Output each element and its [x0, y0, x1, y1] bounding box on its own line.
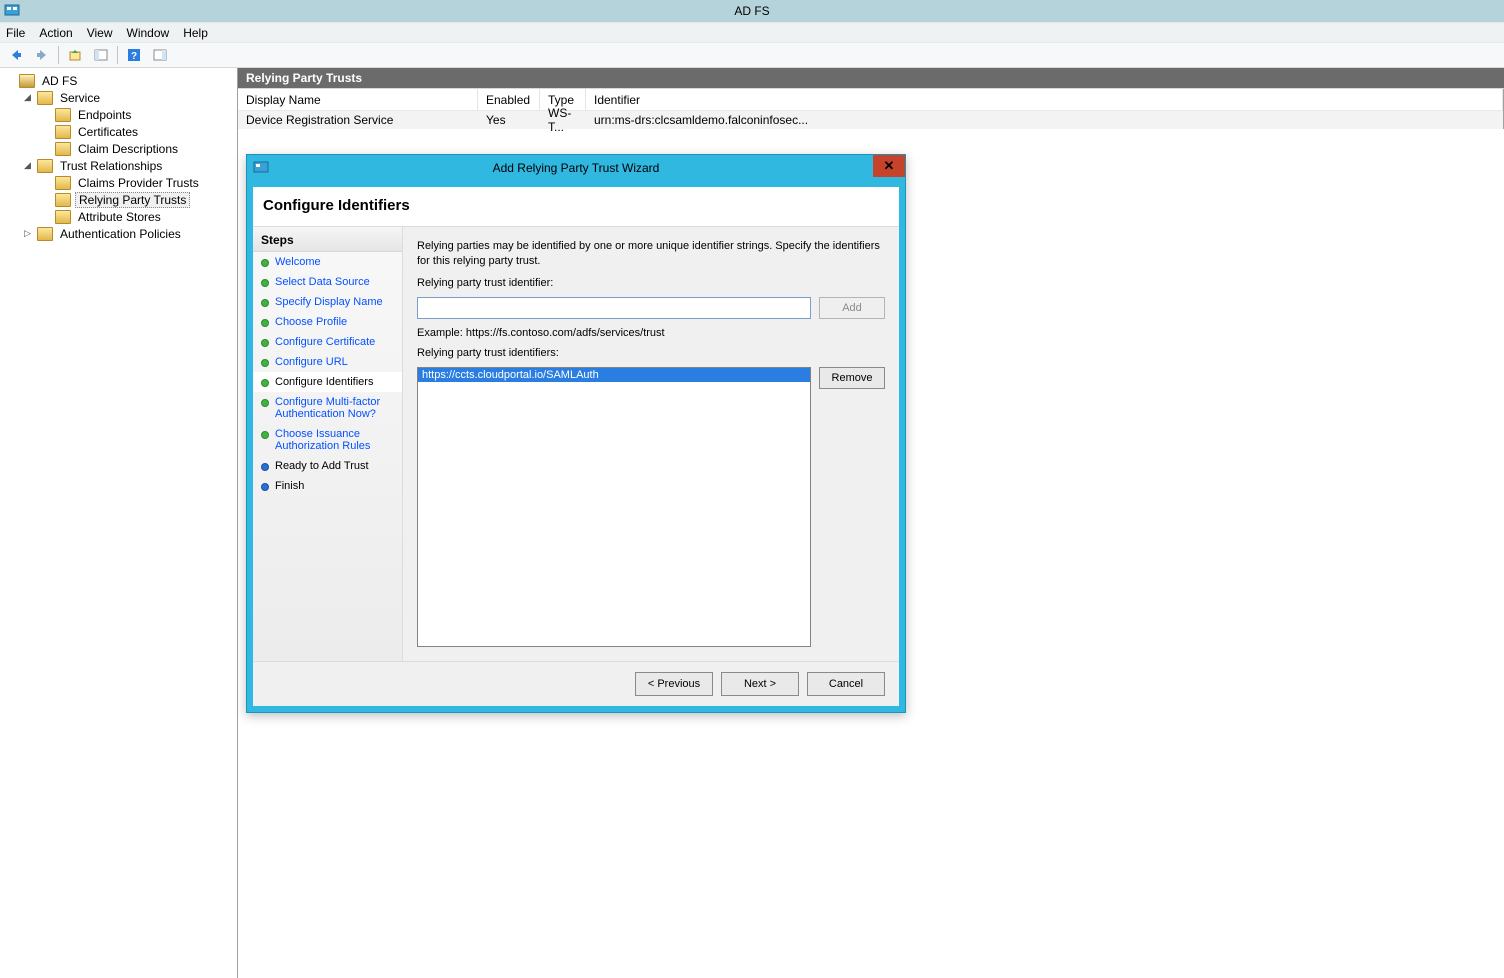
tree-service-label: Service: [57, 91, 103, 105]
identifiers-list-label: Relying party trust identifiers:: [417, 347, 885, 359]
example-text: Example: https://fs.contoso.com/adfs/ser…: [417, 327, 885, 339]
menu-window[interactable]: Window: [127, 26, 170, 40]
tree-claims-provider-trusts[interactable]: Claims Provider Trusts: [38, 174, 235, 191]
step-finish[interactable]: Finish: [253, 476, 402, 496]
svg-text:?: ?: [131, 51, 137, 62]
tree-claimsprov-label: Claims Provider Trusts: [75, 176, 202, 190]
folder-icon: [55, 108, 71, 122]
steps-title: Steps: [253, 227, 402, 252]
show-hide-tree-button[interactable]: [89, 44, 113, 66]
tree-root-adfs[interactable]: AD FS: [2, 72, 235, 89]
folder-icon: [37, 91, 53, 105]
twisty-icon[interactable]: ◢: [22, 160, 33, 171]
tree-claim-descriptions[interactable]: Claim Descriptions: [38, 140, 235, 157]
tree-root-label: AD FS: [39, 74, 80, 88]
folder-icon: [19, 74, 35, 88]
twisty-icon[interactable]: ◢: [22, 92, 33, 103]
tree-trust-relationships[interactable]: ◢ Trust Relationships: [20, 157, 235, 174]
wizard-title-text: Add Relying Party Trust Wizard: [493, 161, 660, 175]
col-enabled[interactable]: Enabled: [478, 89, 540, 110]
folder-icon: [37, 227, 53, 241]
toolbar-separator-2: [117, 46, 118, 64]
folder-icon: [55, 210, 71, 224]
identifier-input[interactable]: [417, 297, 811, 319]
step-choose-profile[interactable]: Choose Profile: [253, 312, 402, 332]
content-pane: Relying Party Trusts Display Name Enable…: [238, 68, 1504, 978]
forward-button[interactable]: [30, 44, 54, 66]
tree-claimdesc-label: Claim Descriptions: [75, 142, 181, 156]
col-display-name[interactable]: Display Name: [238, 89, 478, 110]
cell-type: WS-T...: [540, 106, 586, 134]
app-icon: [4, 2, 20, 18]
menu-action[interactable]: Action: [39, 26, 72, 40]
folder-icon: [55, 142, 71, 156]
tree-certificates-label: Certificates: [75, 125, 141, 139]
add-button[interactable]: Add: [819, 297, 885, 319]
list-row[interactable]: Device Registration Service Yes WS-T... …: [238, 111, 1503, 129]
step-select-data-source[interactable]: Select Data Source: [253, 272, 402, 292]
menu-help[interactable]: Help: [183, 26, 208, 40]
tree-endpoints[interactable]: Endpoints: [38, 106, 235, 123]
menu-bar: File Action View Window Help: [0, 22, 1504, 42]
toolbar-separator: [58, 46, 59, 64]
tree-endpoints-label: Endpoints: [75, 108, 134, 122]
cell-enabled: Yes: [478, 113, 540, 127]
col-identifier[interactable]: Identifier: [586, 89, 1503, 110]
twisty-icon[interactable]: ▷: [22, 228, 33, 239]
step-specify-display-name[interactable]: Specify Display Name: [253, 292, 402, 312]
step-choose-issuance[interactable]: Choose Issuance Authorization Rules: [253, 424, 402, 456]
menu-view[interactable]: View: [87, 26, 113, 40]
folder-icon: [55, 176, 71, 190]
cancel-button[interactable]: Cancel: [807, 672, 885, 696]
tree-relying-label: Relying Party Trusts: [75, 192, 190, 208]
wizard-steps-pane: Steps Welcome Select Data Source Specify…: [253, 227, 403, 661]
tree-certificates[interactable]: Certificates: [38, 123, 235, 140]
identifier-list-item[interactable]: https://ccts.cloudportal.io/SAMLAuth: [418, 368, 810, 382]
up-button[interactable]: [63, 44, 87, 66]
wizard-content: Relying parties may be identified by one…: [403, 227, 899, 661]
back-button[interactable]: [4, 44, 28, 66]
tree-authentication-policies[interactable]: ▷ Authentication Policies: [20, 225, 235, 242]
list-header: Display Name Enabled Type Identifier: [238, 89, 1503, 111]
step-configure-certificate[interactable]: Configure Certificate: [253, 332, 402, 352]
wizard-footer: < Previous Next > Cancel: [253, 661, 899, 706]
wizard-dialog: Add Relying Party Trust Wizard ✕ Configu…: [246, 154, 906, 713]
folder-icon: [55, 193, 71, 207]
step-configure-url[interactable]: Configure URL: [253, 352, 402, 372]
window-title: AD FS: [734, 4, 769, 18]
content-list: Display Name Enabled Type Identifier Dev…: [238, 89, 1504, 129]
tree-attribute-stores[interactable]: Attribute Stores: [38, 208, 235, 225]
tree-trustrel-label: Trust Relationships: [57, 159, 165, 173]
identifiers-listbox[interactable]: https://ccts.cloudportal.io/SAMLAuth: [417, 367, 811, 647]
wizard-close-button[interactable]: ✕: [873, 155, 905, 177]
content-header: Relying Party Trusts: [238, 68, 1504, 89]
cell-display-name: Device Registration Service: [238, 113, 478, 127]
help-button[interactable]: ?: [122, 44, 146, 66]
window-titlebar: AD FS: [0, 0, 1504, 22]
remove-button[interactable]: Remove: [819, 367, 885, 389]
wizard-titlebar[interactable]: Add Relying Party Trust Wizard ✕: [247, 155, 905, 181]
folder-icon: [37, 159, 53, 173]
cell-identifier: urn:ms-drs:clcsamldemo.falconinfosec...: [586, 113, 1503, 127]
tree-authpol-label: Authentication Policies: [57, 227, 184, 241]
step-configure-mfa[interactable]: Configure Multi-factor Authentication No…: [253, 392, 402, 424]
toolbar: ?: [0, 42, 1504, 68]
tree-pane: AD FS ◢ Service Endpoints Certificates C…: [0, 68, 238, 978]
tree-relying-party-trusts[interactable]: Relying Party Trusts: [38, 191, 235, 208]
tree-service[interactable]: ◢ Service: [20, 89, 235, 106]
wizard-icon: [253, 159, 269, 175]
next-button[interactable]: Next >: [721, 672, 799, 696]
menu-file[interactable]: File: [6, 26, 25, 40]
step-configure-identifiers[interactable]: Configure Identifiers: [253, 372, 402, 392]
step-welcome[interactable]: Welcome: [253, 252, 402, 272]
previous-button[interactable]: < Previous: [635, 672, 713, 696]
step-ready-to-add-trust[interactable]: Ready to Add Trust: [253, 456, 402, 476]
identifier-label: Relying party trust identifier:: [417, 277, 885, 289]
tree-attribstores-label: Attribute Stores: [75, 210, 164, 224]
wizard-heading: Configure Identifiers: [253, 187, 899, 226]
show-hide-action-pane-button[interactable]: [148, 44, 172, 66]
folder-icon: [55, 125, 71, 139]
wizard-description: Relying parties may be identified by one…: [417, 239, 885, 269]
